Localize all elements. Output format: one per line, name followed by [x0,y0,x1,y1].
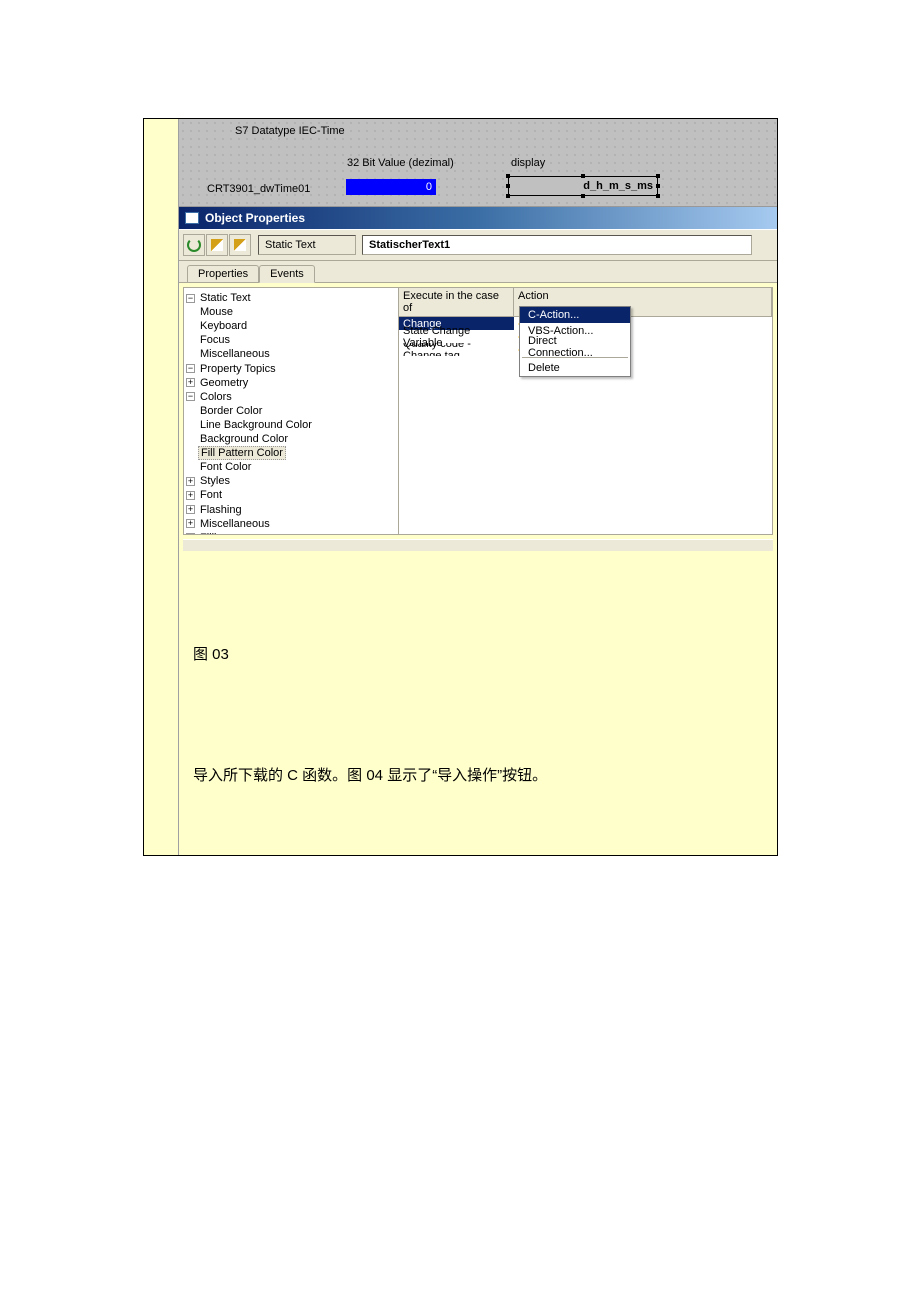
tree-font[interactable]: Font [198,489,224,501]
tree-font-color[interactable]: Font Color [198,461,253,473]
tree-expander[interactable]: + [186,505,195,514]
selection-handle[interactable] [581,194,585,198]
tree-root[interactable]: Static Text [198,292,253,304]
doc-text-area: 图 03 导入所下载的 C 函数。图 04 显示了“导入操作”按钮。 [179,553,777,815]
menu-direct-connection[interactable]: Direct Connection... [520,339,630,355]
window-icon [185,212,199,224]
menu-delete[interactable]: Delete [520,360,630,376]
tab-properties[interactable]: Properties [187,265,259,282]
tree-geometry[interactable]: Geometry [198,377,250,389]
tree-keyboard[interactable]: Keyboard [198,320,249,332]
tree-border-color[interactable]: Border Color [198,405,264,417]
document-frame: S7 Datatype IEC-Time 32 Bit Value (dezim… [143,118,778,856]
canvas-label-32bit: 32 Bit Value (dezimal) [347,157,454,169]
selection-handle[interactable] [506,184,510,188]
tree-colors[interactable]: Colors [198,391,234,403]
context-menu: C-Action... VBS-Action... Direct Connect… [519,306,631,377]
tree-panel[interactable]: −Static Text Mouse Keyboard Focus Miscel… [184,288,399,534]
blue-value-box[interactable]: 0 [346,179,436,195]
tree-expander[interactable]: + [186,477,195,486]
toolbar-refresh-button[interactable] [183,234,205,256]
selection-handle[interactable] [656,184,660,188]
toolbar-edit-button-2[interactable] [229,234,251,256]
tree-expander[interactable]: − [186,392,195,401]
body-text: 导入所下载的 C 函数。图 04 显示了“导入操作”按钮。 [193,764,763,785]
selection-handle[interactable] [656,174,660,178]
editor-canvas: S7 Datatype IEC-Time 32 Bit Value (dezim… [179,119,777,207]
properties-body: −Static Text Mouse Keyboard Focus Miscel… [183,287,773,535]
object-properties-window: Object Properties Static Text Statischer… [179,207,777,551]
figure-label: 图 03 [193,643,763,664]
selection-handle[interactable] [656,194,660,198]
tree-line-bg-color[interactable]: Line Background Color [198,419,314,431]
tree-misc[interactable]: Miscellaneous [198,348,272,360]
tree-bg-color[interactable]: Background Color [198,433,290,445]
tree-expander[interactable]: − [186,294,195,303]
selection-handle[interactable] [581,174,585,178]
toolbar: Static Text StatischerText1 [179,229,777,261]
tree-expander[interactable]: + [186,533,195,534]
canvas-label-datatype: S7 Datatype IEC-Time [235,125,345,137]
selection-handle[interactable] [506,194,510,198]
selection-handle[interactable] [506,174,510,178]
tree-expander[interactable]: − [186,364,195,373]
menu-c-action[interactable]: C-Action... [520,307,630,323]
display-value-box[interactable]: d_h_m_s_ms [508,176,658,196]
event-header-col1[interactable]: Execute in the case of [399,288,514,316]
tree-expander[interactable]: + [186,378,195,387]
tree-styles[interactable]: Styles [198,475,232,487]
tree-misc2[interactable]: Miscellaneous [198,518,272,530]
tree-property-topics[interactable]: Property Topics [198,363,278,375]
event-cell-label: State Change Variable [399,330,514,343]
doc-left-strip [144,119,179,855]
event-panel: Execute in the case of Action Change ⚡ S… [399,288,772,534]
tree-fill-pattern-color[interactable]: Fill Pattern Color [198,446,286,460]
pencil-icon [234,239,246,251]
tree-mouse[interactable]: Mouse [198,306,235,318]
tree-expander[interactable]: + [186,491,195,500]
window-title: Object Properties [205,211,305,225]
event-cell-label: Quality code - Change tag [399,343,514,356]
tree-focus[interactable]: Focus [198,334,232,346]
properties-bottom-bar [183,539,773,551]
titlebar[interactable]: Object Properties [179,207,777,229]
tabs-row: Properties Events [179,261,777,283]
tree-filling[interactable]: Filling [198,532,231,534]
object-name-field[interactable]: StatischerText1 [362,235,752,255]
toolbar-edit-button-1[interactable] [206,234,228,256]
canvas-label-tag: CRT3901_dwTime01 [207,183,310,195]
object-type-field: Static Text [258,235,356,255]
tree-expander[interactable]: + [186,519,195,528]
tree-flashing[interactable]: Flashing [198,504,244,516]
pencil-icon [211,239,223,251]
canvas-label-display: display [511,157,545,169]
refresh-icon [187,238,201,252]
tab-events[interactable]: Events [259,265,315,283]
doc-main: S7 Datatype IEC-Time 32 Bit Value (dezim… [179,119,777,855]
